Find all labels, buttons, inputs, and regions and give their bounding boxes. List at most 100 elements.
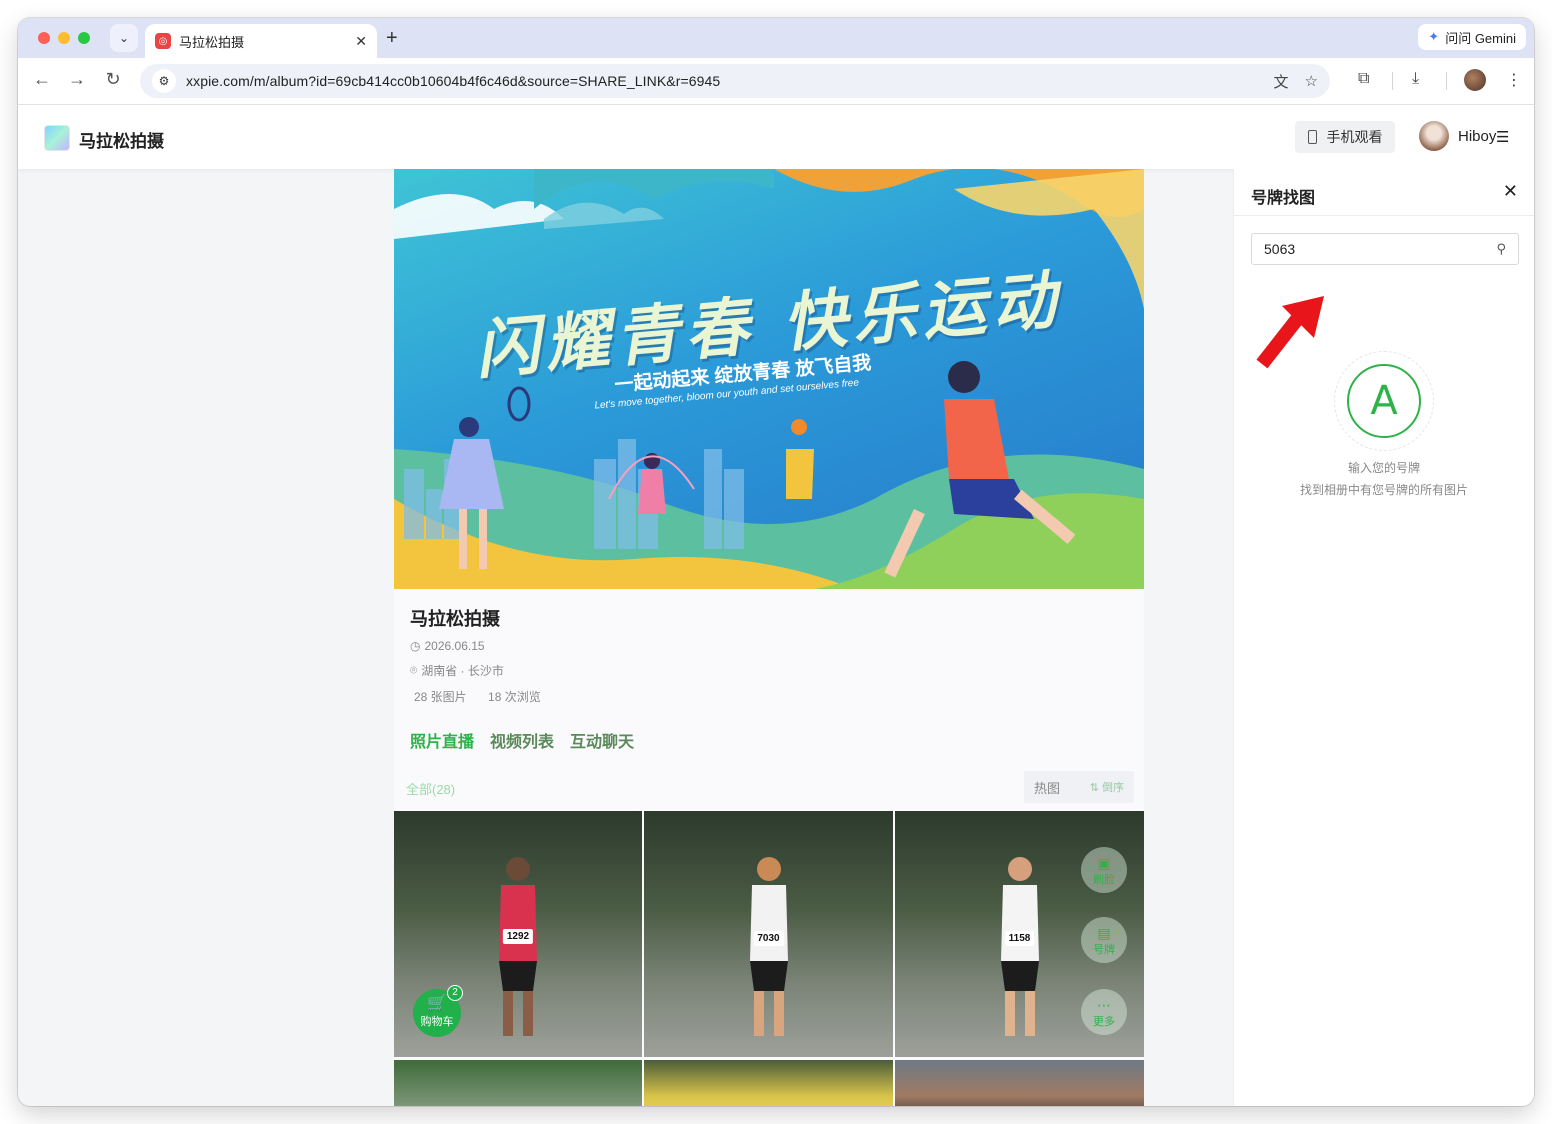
photo-count: 28 张图片: [414, 690, 467, 704]
sort-button[interactable]: ⇅ 倒序: [1090, 779, 1124, 795]
maximize-window-button[interactable]: [78, 32, 90, 44]
mobile-view-button[interactable]: 手机观看: [1295, 121, 1395, 153]
photo-image: [644, 1060, 893, 1106]
chevron-down-icon: ⌄: [118, 31, 130, 45]
runner-silhouette: [749, 857, 788, 1036]
bib-search-label: 号牌: [1093, 944, 1115, 956]
album-title: 马拉松拍摄: [410, 609, 500, 629]
tab-title: 马拉松拍摄: [179, 34, 245, 50]
photo-item[interactable]: [644, 1060, 893, 1106]
url-text: xxpie.com/m/album?id=69cb414cc0b10604b4f…: [186, 73, 721, 89]
photo-item[interactable]: [895, 1060, 1144, 1106]
runner-silhouette: [1000, 857, 1039, 1036]
bookmark-star-icon[interactable]: ☆: [1305, 72, 1318, 90]
close-window-button[interactable]: [38, 32, 50, 44]
photo-image: [394, 1060, 642, 1106]
location-pin-icon: ⌾: [410, 663, 418, 677]
filter-bar: 全部(28) 热图 ⇅ 倒序: [394, 769, 1144, 805]
empty-state-ring: A: [1334, 351, 1434, 451]
album-cover-banner: 闪耀青春 快乐运动 一起动起来 绽放青春 放飞自我 Let's move tog…: [394, 169, 1144, 589]
toolbar-divider: [1446, 72, 1447, 90]
photo-item[interactable]: [394, 1060, 642, 1106]
browser-toolbar: ← → ↻ ⚙ xxpie.com/m/album?id=69cb414cc0b…: [18, 58, 1534, 105]
filter-all[interactable]: 全部(28): [406, 779, 455, 798]
photo-image: [895, 1060, 1144, 1106]
runner-silhouette: [499, 857, 537, 1036]
browser-tab[interactable]: ◎ 马拉松拍摄 ✕: [145, 24, 377, 58]
filter-options: 热图 ⇅ 倒序: [1024, 771, 1134, 803]
user-avatar[interactable]: [1419, 121, 1449, 151]
sort-icon: ⇅: [1089, 782, 1102, 794]
site-title: 马拉松拍摄: [79, 132, 164, 151]
red-annotation-arrow: [1256, 296, 1324, 369]
close-icon[interactable]: ✕: [355, 33, 367, 50]
bib-search-box: ⚲: [1251, 233, 1519, 265]
album-date: 2026.06.15: [424, 639, 485, 653]
album-location-row: ⌾ 湖南省 · 长沙市: [410, 662, 559, 679]
forward-arrow-icon[interactable]: →: [65, 69, 89, 90]
view-count: 18 次浏览: [488, 690, 541, 704]
album-info: 马拉松拍摄 ◷ 2026.06.15 ⌾ 湖南省 · 长沙市 28 张图片 18…: [410, 605, 559, 705]
basketball-player-figure: [786, 419, 814, 499]
bib-number: 1292: [502, 929, 534, 944]
panel-title: 号牌找图: [1251, 190, 1316, 207]
album-stats: 28 张图片 18 次浏览: [410, 688, 559, 705]
bib-number: 7030: [753, 931, 784, 946]
bib-letter-icon: A: [1347, 364, 1421, 438]
photo-item[interactable]: 7030: [644, 811, 893, 1057]
gemini-label: 问问 Gemini: [1445, 30, 1516, 46]
clock-icon: ◷: [410, 639, 421, 653]
download-icon[interactable]: ⤓: [1412, 70, 1419, 88]
menu-icon[interactable]: ☰: [1496, 128, 1509, 146]
bib-scan-icon: ▤: [1097, 925, 1111, 941]
translate-icon[interactable]: 文: [1274, 71, 1289, 92]
tab-chat[interactable]: 互动聊天: [570, 728, 634, 752]
more-vertical-icon[interactable]: ⋮: [1506, 70, 1522, 90]
site-header: 马拉松拍摄 手机观看 Hiboy ☰: [18, 105, 1534, 169]
bib-number: 1158: [1004, 931, 1035, 946]
album-tabs: 照片直播 视频列表 互动聊天: [410, 728, 650, 752]
photo-item[interactable]: 1158 ▣ 刷脸 ▤ 号牌 ⋯ 更多: [895, 811, 1144, 1057]
more-button[interactable]: ⋯ 更多: [1081, 989, 1127, 1035]
minimize-window-button[interactable]: [58, 32, 70, 44]
site-favicon-icon: ◎: [155, 33, 171, 49]
gemini-button[interactable]: ✦ 问问 Gemini: [1418, 24, 1526, 50]
phone-icon: [1307, 130, 1317, 144]
album-content: 闪耀青春 快乐运动 一起动起来 绽放青春 放飞自我 Let's move tog…: [394, 169, 1144, 1106]
search-icon[interactable]: ⚲: [1496, 241, 1506, 257]
sort-label: 倒序: [1102, 782, 1124, 794]
empty-state: A 输入您的号牌 找到相册中有您号牌的所有图片: [1234, 351, 1534, 498]
cart-count-badge: 2: [447, 985, 463, 1001]
close-icon[interactable]: ✕: [1503, 181, 1518, 202]
tab-strip: ⌄ ◎ 马拉松拍摄 ✕ + ✦ 问问 Gemini: [18, 18, 1534, 58]
new-tab-button[interactable]: +: [386, 27, 398, 50]
cart-label: 购物车: [420, 1016, 454, 1028]
face-search-label: 刷脸: [1093, 874, 1115, 886]
reload-icon[interactable]: ↻: [101, 69, 125, 90]
album-location: 湖南省 · 长沙市: [421, 664, 504, 678]
extensions-icon[interactable]: ⧉: [1358, 70, 1369, 88]
toolbar-divider: [1392, 72, 1393, 90]
empty-state-description: 找到相册中有您号牌的所有图片: [1299, 483, 1468, 497]
tab-video-list[interactable]: 视频列表: [490, 728, 554, 752]
photo-item[interactable]: 1292 🛒 购物车 2: [394, 811, 642, 1057]
profile-avatar[interactable]: [1464, 69, 1486, 91]
site-settings-icon[interactable]: ⚙: [152, 69, 176, 93]
back-arrow-icon[interactable]: ←: [30, 69, 54, 90]
empty-state-title: 输入您的号牌: [1347, 461, 1420, 475]
site-logo[interactable]: [44, 125, 70, 151]
more-label: 更多: [1093, 1016, 1115, 1028]
browser-window: ⌄ ◎ 马拉松拍摄 ✕ + ✦ 问问 Gemini ← → ↻ ⚙ xxpie.…: [18, 18, 1534, 1106]
album-date-row: ◷ 2026.06.15: [410, 639, 559, 653]
cart-button[interactable]: 🛒 购物车 2: [413, 985, 463, 1037]
mobile-view-label: 手机观看: [1326, 129, 1383, 145]
hot-photos-button[interactable]: 热图: [1034, 778, 1060, 797]
user-name[interactable]: Hiboy: [1458, 128, 1496, 145]
face-scan-icon: ▣: [1097, 855, 1111, 871]
bib-search-input[interactable]: [1264, 241, 1497, 257]
address-bar[interactable]: ⚙ xxpie.com/m/album?id=69cb414cc0b10604b…: [140, 64, 1330, 98]
tab-search-button[interactable]: ⌄: [110, 24, 138, 52]
face-search-button[interactable]: ▣ 刷脸: [1081, 847, 1127, 893]
tab-photo-live[interactable]: 照片直播: [410, 728, 474, 752]
bib-search-button[interactable]: ▤ 号牌: [1081, 917, 1127, 963]
